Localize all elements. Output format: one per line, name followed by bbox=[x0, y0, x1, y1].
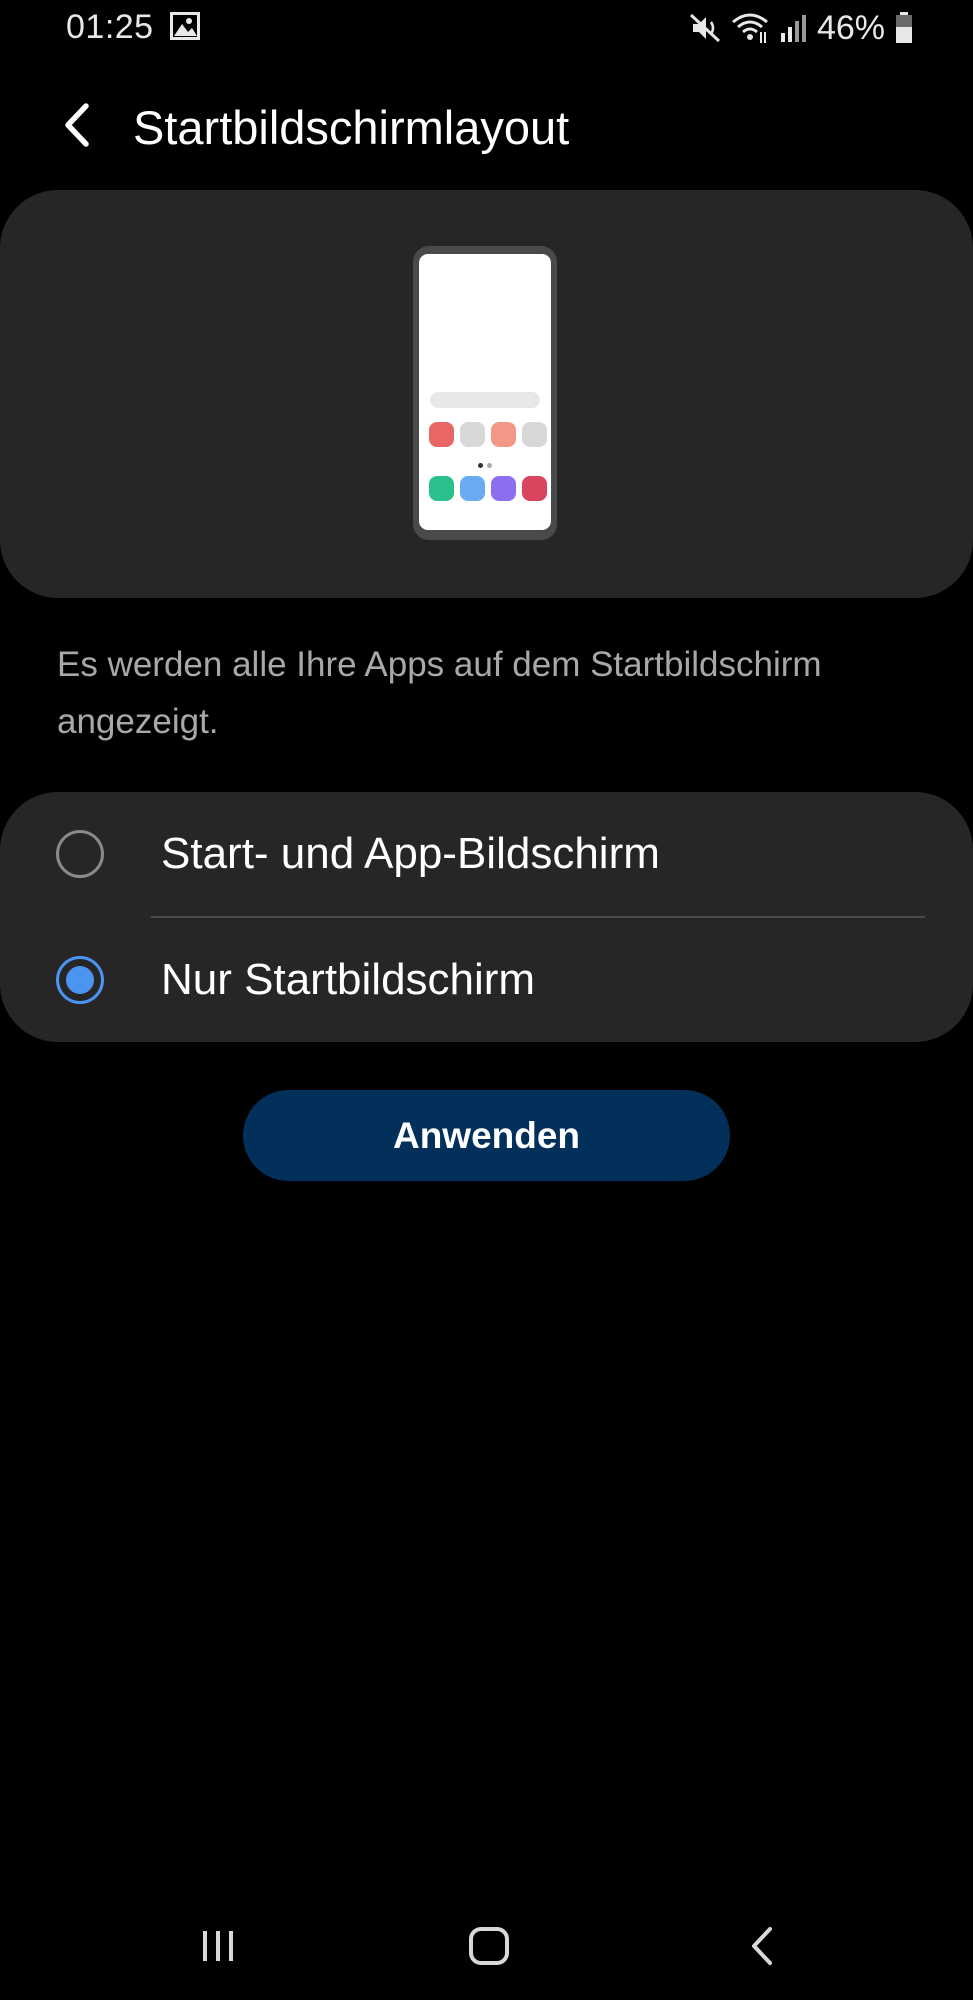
back-button[interactable] bbox=[50, 94, 104, 156]
status-icons: 46% bbox=[689, 8, 913, 48]
system-back-button[interactable] bbox=[722, 1920, 802, 1972]
phone-preview-screen bbox=[419, 254, 551, 530]
app-header: Startbildschirmlayout bbox=[0, 80, 973, 170]
radio-button[interactable] bbox=[56, 956, 104, 1004]
preview-page-indicator bbox=[487, 463, 492, 468]
option-label: Nur Startbildschirm bbox=[161, 955, 536, 1004]
battery-icon bbox=[895, 12, 913, 44]
option-home-and-apps-screen[interactable]: Start- und App-Bildschirm bbox=[0, 792, 973, 916]
status-time: 01:25 bbox=[66, 8, 154, 46]
battery-level: 46% bbox=[816, 8, 885, 47]
layout-preview-card bbox=[0, 190, 973, 598]
preview-app-icon bbox=[491, 422, 516, 447]
radio-button[interactable] bbox=[56, 830, 104, 878]
radio-selected-dot bbox=[66, 966, 94, 994]
chevron-left-icon bbox=[65, 103, 89, 147]
preview-app-icon bbox=[460, 422, 485, 447]
preview-app-icon bbox=[460, 476, 485, 501]
status-bar: 01:25 46% bbox=[0, 0, 973, 58]
home-icon bbox=[469, 1927, 509, 1965]
option-label: Start- und App-Bildschirm bbox=[161, 829, 660, 878]
layout-description: Es werden alle Ihre Apps auf dem Startbi… bbox=[57, 645, 822, 741]
back-icon bbox=[752, 1927, 772, 1965]
preview-search-bar bbox=[430, 392, 540, 408]
layout-options-card: Start- und App-Bildschirm Nur Startbilds… bbox=[0, 792, 973, 1042]
wifi-icon bbox=[731, 12, 769, 44]
mute-icon bbox=[689, 12, 721, 44]
phone-preview-illustration bbox=[413, 246, 557, 540]
page-title: Startbildschirmlayout bbox=[133, 101, 570, 154]
preview-app-icon bbox=[522, 422, 547, 447]
recents-button[interactable] bbox=[178, 1920, 258, 1972]
gallery-icon bbox=[170, 12, 200, 40]
recents-icon bbox=[203, 1931, 233, 1961]
navigation-bar bbox=[0, 1900, 973, 2000]
preview-app-icon bbox=[429, 422, 454, 447]
option-home-screen-only[interactable]: Nur Startbildschirm bbox=[0, 918, 973, 1042]
preview-app-icon bbox=[491, 476, 516, 501]
apply-button[interactable]: Anwenden bbox=[243, 1090, 730, 1181]
home-button[interactable] bbox=[449, 1920, 529, 1972]
preview-app-icon bbox=[429, 476, 454, 501]
signal-icon bbox=[779, 13, 807, 43]
preview-page-indicator bbox=[478, 463, 483, 468]
preview-app-icon bbox=[522, 476, 547, 501]
